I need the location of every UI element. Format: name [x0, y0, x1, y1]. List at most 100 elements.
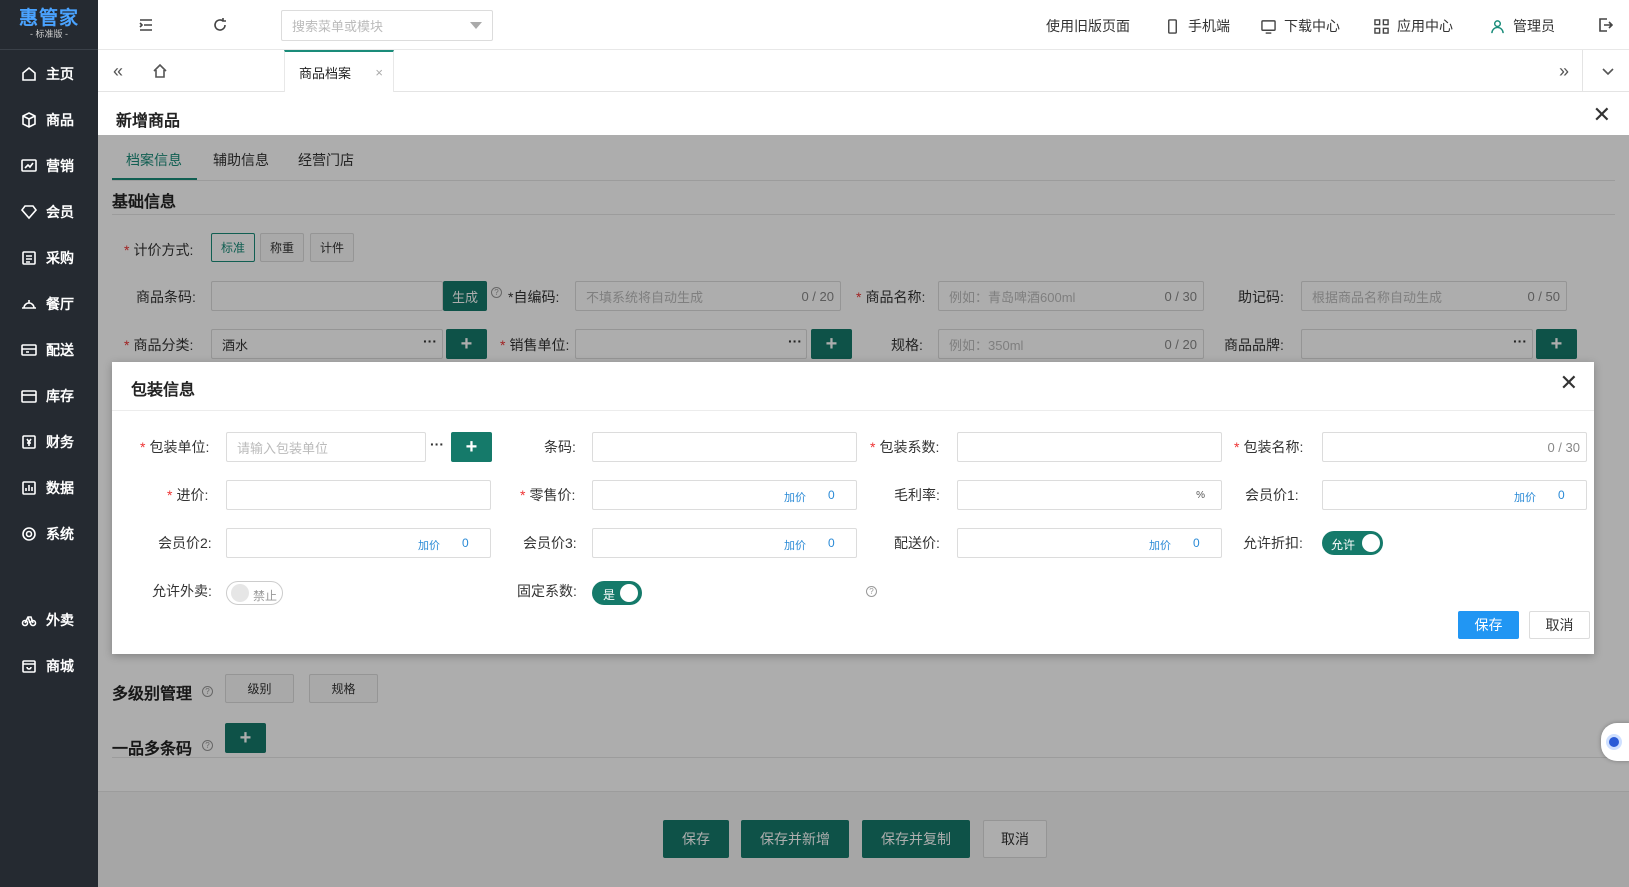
scroll-right-icon[interactable]: » [1554, 61, 1574, 81]
downloads-label: 下载中心 [1284, 18, 1340, 34]
pack-name-count: 0 / 30 [1547, 439, 1580, 455]
apps-grid-icon [1374, 18, 1389, 34]
tab-bar: « 商品档案 × » [98, 50, 1629, 92]
monitor-icon [1261, 19, 1276, 34]
chevron-down-icon[interactable] [1598, 61, 1618, 81]
toggle-knob [231, 584, 249, 602]
tab-close-icon[interactable]: × [375, 65, 383, 80]
toggle-label: 允许 [1331, 538, 1356, 552]
sidebar-item-mall[interactable]: 商城 [0, 646, 98, 686]
sidebar-item-label: 主页 [46, 66, 74, 82]
apps-label: 应用中心 [1397, 18, 1453, 34]
close-icon[interactable]: ✕ [1593, 104, 1611, 126]
pack-name-input[interactable]: 0 / 30 [1322, 432, 1587, 462]
close-icon[interactable]: ✕ [1560, 372, 1578, 394]
cost-input[interactable] [226, 480, 491, 510]
delivery-price-label: 配送价: [894, 535, 940, 551]
takeout-toggle[interactable]: 禁止 [226, 581, 283, 605]
dialog-title: 包装信息 [131, 382, 196, 399]
purchase-icon [20, 249, 38, 267]
retail-label: * 零售价: [520, 487, 576, 503]
toggle-knob [1362, 534, 1380, 552]
sidebar-item-label: 营销 [46, 158, 74, 174]
sidebar-item-restaurant[interactable]: 餐厅 [0, 284, 98, 324]
toggle-knob [620, 584, 638, 602]
discount-toggle[interactable]: 允许 [1322, 531, 1383, 555]
sidebar-item-goods[interactable]: 商品 [0, 100, 98, 140]
mobile-link[interactable]: 手机端 [1165, 16, 1230, 36]
sidebar-item-member[interactable]: 会员 [0, 192, 98, 232]
downloads-link[interactable]: 下载中心 [1261, 16, 1340, 36]
plus-icon: + [465, 436, 478, 458]
search-input[interactable]: 搜索菜单或模块 [281, 10, 493, 41]
user-label: 管理员 [1513, 18, 1555, 34]
menu-collapse-icon[interactable] [136, 15, 156, 35]
logout-icon[interactable] [1595, 15, 1615, 35]
pack-name-label: * 包装名称: [1234, 439, 1304, 455]
divider [112, 410, 1594, 411]
old-version-link[interactable]: 使用旧版页面 [1046, 16, 1130, 36]
retail-input[interactable]: 加价 0 [592, 480, 857, 510]
logo: 惠管家 - 标准版 - [0, 0, 98, 50]
tab-label: 商品档案 [299, 65, 352, 81]
dialog-cancel-button[interactable]: 取消 [1529, 611, 1590, 639]
page-title: 新增商品 [116, 113, 181, 130]
member2-label: 会员价2: [158, 535, 212, 551]
data-icon [20, 479, 38, 497]
assistant-icon [1606, 734, 1622, 750]
sidebar-item-marketing[interactable]: 营销 [0, 146, 98, 186]
markup-value: 0 [828, 488, 835, 502]
pack-factor-label: * 包装系数: [870, 439, 940, 455]
packaging-dialog: 包装信息 ✕ * 包装单位: 请输入包装单位 ··· + 条码: * 包装系数: *… [112, 362, 1594, 654]
brand-name: 惠管家 [18, 8, 79, 29]
sidebar-item-delivery[interactable]: 配送 [0, 330, 98, 370]
member3-input[interactable]: 加价 0 [592, 528, 857, 558]
sidebar-item-label: 会员 [46, 204, 74, 220]
apps-link[interactable]: 应用中心 [1374, 16, 1453, 36]
assistant-widget[interactable] [1601, 723, 1629, 761]
topbar: 搜索菜单或模块 使用旧版页面 手机端 下载中心 应用中心 管理员 [98, 0, 1629, 50]
margin-input[interactable]: % [957, 480, 1222, 510]
sidebar-item-home[interactable]: 主页 [0, 54, 98, 94]
brand-sub: - 标准版 - [30, 29, 68, 39]
sidebar-item-label: 餐厅 [46, 296, 74, 312]
more-icon[interactable]: ··· [430, 436, 444, 452]
tab-product-archive[interactable]: 商品档案 × [284, 50, 394, 92]
sidebar-item-purchase[interactable]: 采购 [0, 238, 98, 278]
fixed-factor-toggle[interactable]: 是 [592, 581, 642, 605]
markup-label: 加价 [1514, 492, 1536, 504]
sidebar-item-inventory[interactable]: 库存 [0, 376, 98, 416]
search-placeholder: 搜索菜单或模块 [292, 19, 384, 34]
finance-icon [20, 433, 38, 451]
barcode-input[interactable] [592, 432, 857, 462]
refresh-icon[interactable] [210, 15, 230, 35]
sidebar-item-label: 数据 [46, 480, 74, 496]
sidebar-item-label: 商品 [46, 112, 74, 128]
scroll-left-icon[interactable]: « [108, 61, 128, 81]
home-icon [20, 65, 38, 83]
delivery-price-input[interactable]: 加价 0 [957, 528, 1222, 558]
sidebar-item-data[interactable]: 数据 [0, 468, 98, 508]
markup-label: 加价 [418, 540, 440, 552]
restaurant-icon [20, 295, 38, 313]
markup-value: 0 [828, 536, 835, 550]
dialog-save-button[interactable]: 保存 [1458, 611, 1519, 639]
cost-label: * 进价: [167, 487, 209, 503]
pack-unit-input[interactable]: 请输入包装单位 [226, 432, 426, 462]
sidebar-item-takeout[interactable]: 外卖 [0, 600, 98, 640]
toggle-label: 是 [603, 588, 616, 602]
sidebar-item-finance[interactable]: 财务 [0, 422, 98, 462]
user-menu[interactable]: 管理员 [1490, 16, 1555, 36]
fixed-factor-label: 固定系数: [517, 583, 577, 599]
member2-input[interactable]: 加价 0 [226, 528, 491, 558]
takeout-label: 允许外卖: [152, 583, 212, 599]
member1-input[interactable]: 加价 0 [1322, 480, 1587, 510]
sidebar-item-system[interactable]: 系统 [0, 514, 98, 554]
add-pack-unit-button[interactable]: + [451, 432, 492, 462]
pack-factor-input[interactable] [957, 432, 1222, 462]
home-tab-icon[interactable] [150, 61, 170, 81]
member1-label: 会员价1: [1245, 487, 1299, 503]
mobile-icon [1168, 18, 1177, 34]
markup-value: 0 [1193, 536, 1200, 550]
member3-label: 会员价3: [523, 535, 577, 551]
